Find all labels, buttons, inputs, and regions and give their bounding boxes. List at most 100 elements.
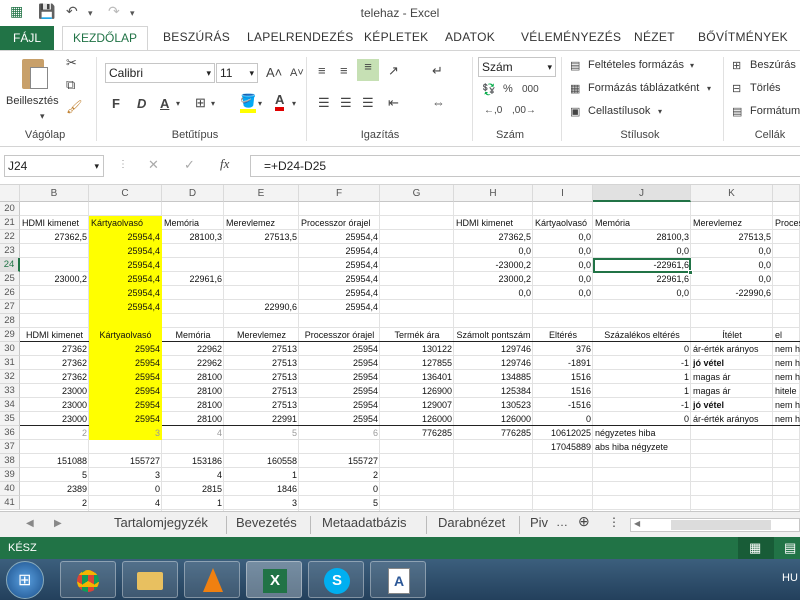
cell-E39[interactable]: 1	[224, 468, 299, 482]
chevron-down-icon[interactable]: ▾	[658, 107, 662, 116]
cell-J26[interactable]: 0,0	[593, 286, 691, 300]
row-header-40[interactable]: 40	[0, 482, 20, 496]
tab-view[interactable]: NÉZET	[634, 30, 675, 44]
row-header-22[interactable]: 22	[0, 230, 20, 244]
cell-H33[interactable]: 125384	[454, 384, 533, 398]
cell-D34[interactable]: 28100	[162, 398, 224, 412]
cell-I36[interactable]: 10612025	[533, 426, 593, 440]
col-header-B[interactable]: B	[20, 185, 89, 202]
cell-I32[interactable]: 1516	[533, 370, 593, 384]
thousands-button[interactable]: 000	[522, 84, 539, 95]
align-center-icon[interactable]: ☰	[340, 95, 352, 111]
orientation-icon[interactable]: ↗	[388, 63, 399, 79]
normal-view-button[interactable]: ▦	[738, 537, 774, 559]
cell-J22[interactable]: 28100,3	[593, 230, 691, 244]
row-header-20[interactable]: 20	[0, 202, 20, 216]
cell-B36[interactable]: 2	[20, 426, 89, 440]
cell-H22[interactable]: 27362,5	[454, 230, 533, 244]
cell-F25[interactable]: 25954,4	[299, 272, 380, 286]
cell-K22[interactable]: 27513,5	[691, 230, 773, 244]
cell-H21[interactable]: HDMI kimenet	[454, 216, 533, 230]
cell-F38[interactable]: 155727	[299, 454, 380, 468]
name-box[interactable]: J24 ▾	[4, 155, 104, 177]
cell-F30[interactable]: 25954	[299, 342, 380, 356]
taskbar-explorer[interactable]	[122, 561, 178, 598]
cell-C35[interactable]: 25954	[89, 412, 162, 426]
cell-I21[interactable]: Kártyaolvasó	[533, 216, 593, 230]
cell-F24[interactable]: 25954,4	[299, 258, 380, 272]
cell-H29[interactable]: Számolt pontszám	[454, 328, 533, 342]
cell-K21[interactable]: Merevlemez	[691, 216, 773, 230]
chevron-down-icon[interactable]: ▾	[211, 99, 215, 108]
cell-F21[interactable]: Processzor órajel	[299, 216, 380, 230]
cell-C32[interactable]: 25954	[89, 370, 162, 384]
cell-D41[interactable]: 1	[162, 496, 224, 510]
cell-C34[interactable]: 25954	[89, 398, 162, 412]
borders-icon[interactable]: ⊞	[195, 95, 206, 111]
cell-F35[interactable]: 25954	[299, 412, 380, 426]
cell-C21[interactable]: Kártyaolvasó	[89, 216, 162, 230]
cell-F34[interactable]: 25954	[299, 398, 380, 412]
cell-K34[interactable]: nem h	[773, 398, 800, 412]
cell-F26[interactable]: 25954,4	[299, 286, 380, 300]
cell-B34[interactable]: 23000	[20, 398, 89, 412]
row-header-26[interactable]: 26	[0, 286, 20, 300]
cell-H36[interactable]: 776285	[454, 426, 533, 440]
cell-C38[interactable]: 155727	[89, 454, 162, 468]
row-header-31[interactable]: 31	[0, 356, 20, 370]
horizontal-scrollbar[interactable]: ◀	[630, 518, 800, 532]
cell-I24[interactable]: 0,0	[533, 258, 593, 272]
copy-icon[interactable]: ⧉	[66, 77, 75, 93]
chevron-down-icon[interactable]: ▾	[547, 58, 552, 76]
chevron-down-icon[interactable]: ▾	[206, 64, 211, 82]
chevron-down-icon[interactable]: ▾	[249, 64, 254, 82]
cell-B41[interactable]: 2	[20, 496, 89, 510]
cell-D38[interactable]: 153186	[162, 454, 224, 468]
format-cells-icon[interactable]: ▤	[732, 105, 742, 118]
cell-I31[interactable]: -1891	[533, 356, 593, 370]
selected-cell-J24[interactable]	[593, 258, 691, 273]
cut-icon[interactable]: ✂	[66, 55, 77, 71]
cell-I22[interactable]: 0,0	[533, 230, 593, 244]
cell-F40[interactable]: 0	[299, 482, 380, 496]
cell-J33[interactable]: 1	[593, 384, 691, 398]
cell-K31[interactable]: nem h	[773, 356, 800, 370]
cell-K32[interactable]: nem h	[773, 370, 800, 384]
cell-K34[interactable]: jó vétel	[691, 398, 773, 412]
cell-B31[interactable]: 27362	[20, 356, 89, 370]
cell-F29[interactable]: Processzor órajel	[299, 328, 380, 342]
taskbar-reader[interactable]: A	[370, 561, 426, 598]
cell-C41[interactable]: 4	[89, 496, 162, 510]
cell-G34[interactable]: 129007	[380, 398, 454, 412]
cell-G29[interactable]: Termék ára	[380, 328, 454, 342]
format-as-table-button[interactable]: Formázás táblázatként	[588, 82, 699, 94]
cell-I29[interactable]: Eltérés	[533, 328, 593, 342]
taskbar-vlc[interactable]	[184, 561, 240, 598]
cell-K31[interactable]: jó vétel	[691, 356, 773, 370]
cell-E36[interactable]: 5	[224, 426, 299, 440]
cell-F41[interactable]: 5	[299, 496, 380, 510]
cell-K21[interactable]: Proces	[773, 216, 800, 230]
delete-cells-icon[interactable]: ⊟	[732, 82, 741, 95]
conditional-format-icon[interactable]: ▤	[570, 59, 580, 72]
cell-D25[interactable]: 22961,6	[162, 272, 224, 286]
cell-E21[interactable]: Merevlemez	[224, 216, 299, 230]
fill-color-icon[interactable]: 🪣	[240, 93, 257, 113]
row-header-30[interactable]: 30	[0, 342, 20, 356]
cell-C36[interactable]: 3	[89, 426, 162, 440]
chevron-down-icon[interactable]: ▾	[707, 84, 711, 93]
col-header-C[interactable]: C	[89, 185, 162, 202]
cell-D36[interactable]: 4	[162, 426, 224, 440]
sheet-tab-2[interactable]: Bevezetés	[236, 515, 297, 530]
page-layout-view-icon[interactable]: ▤	[784, 540, 796, 556]
cell-E40[interactable]: 1846	[224, 482, 299, 496]
cell-J21[interactable]: Memória	[593, 216, 691, 230]
cell-F31[interactable]: 25954	[299, 356, 380, 370]
cell-F23[interactable]: 25954,4	[299, 244, 380, 258]
cell-K32[interactable]: magas ár	[691, 370, 773, 384]
row-header-39[interactable]: 39	[0, 468, 20, 482]
align-top-icon[interactable]: ≡	[318, 63, 326, 78]
align-middle-icon[interactable]: ≡	[340, 63, 348, 78]
enter-icon[interactable]: ✓	[184, 157, 195, 173]
cell-D40[interactable]: 2815	[162, 482, 224, 496]
